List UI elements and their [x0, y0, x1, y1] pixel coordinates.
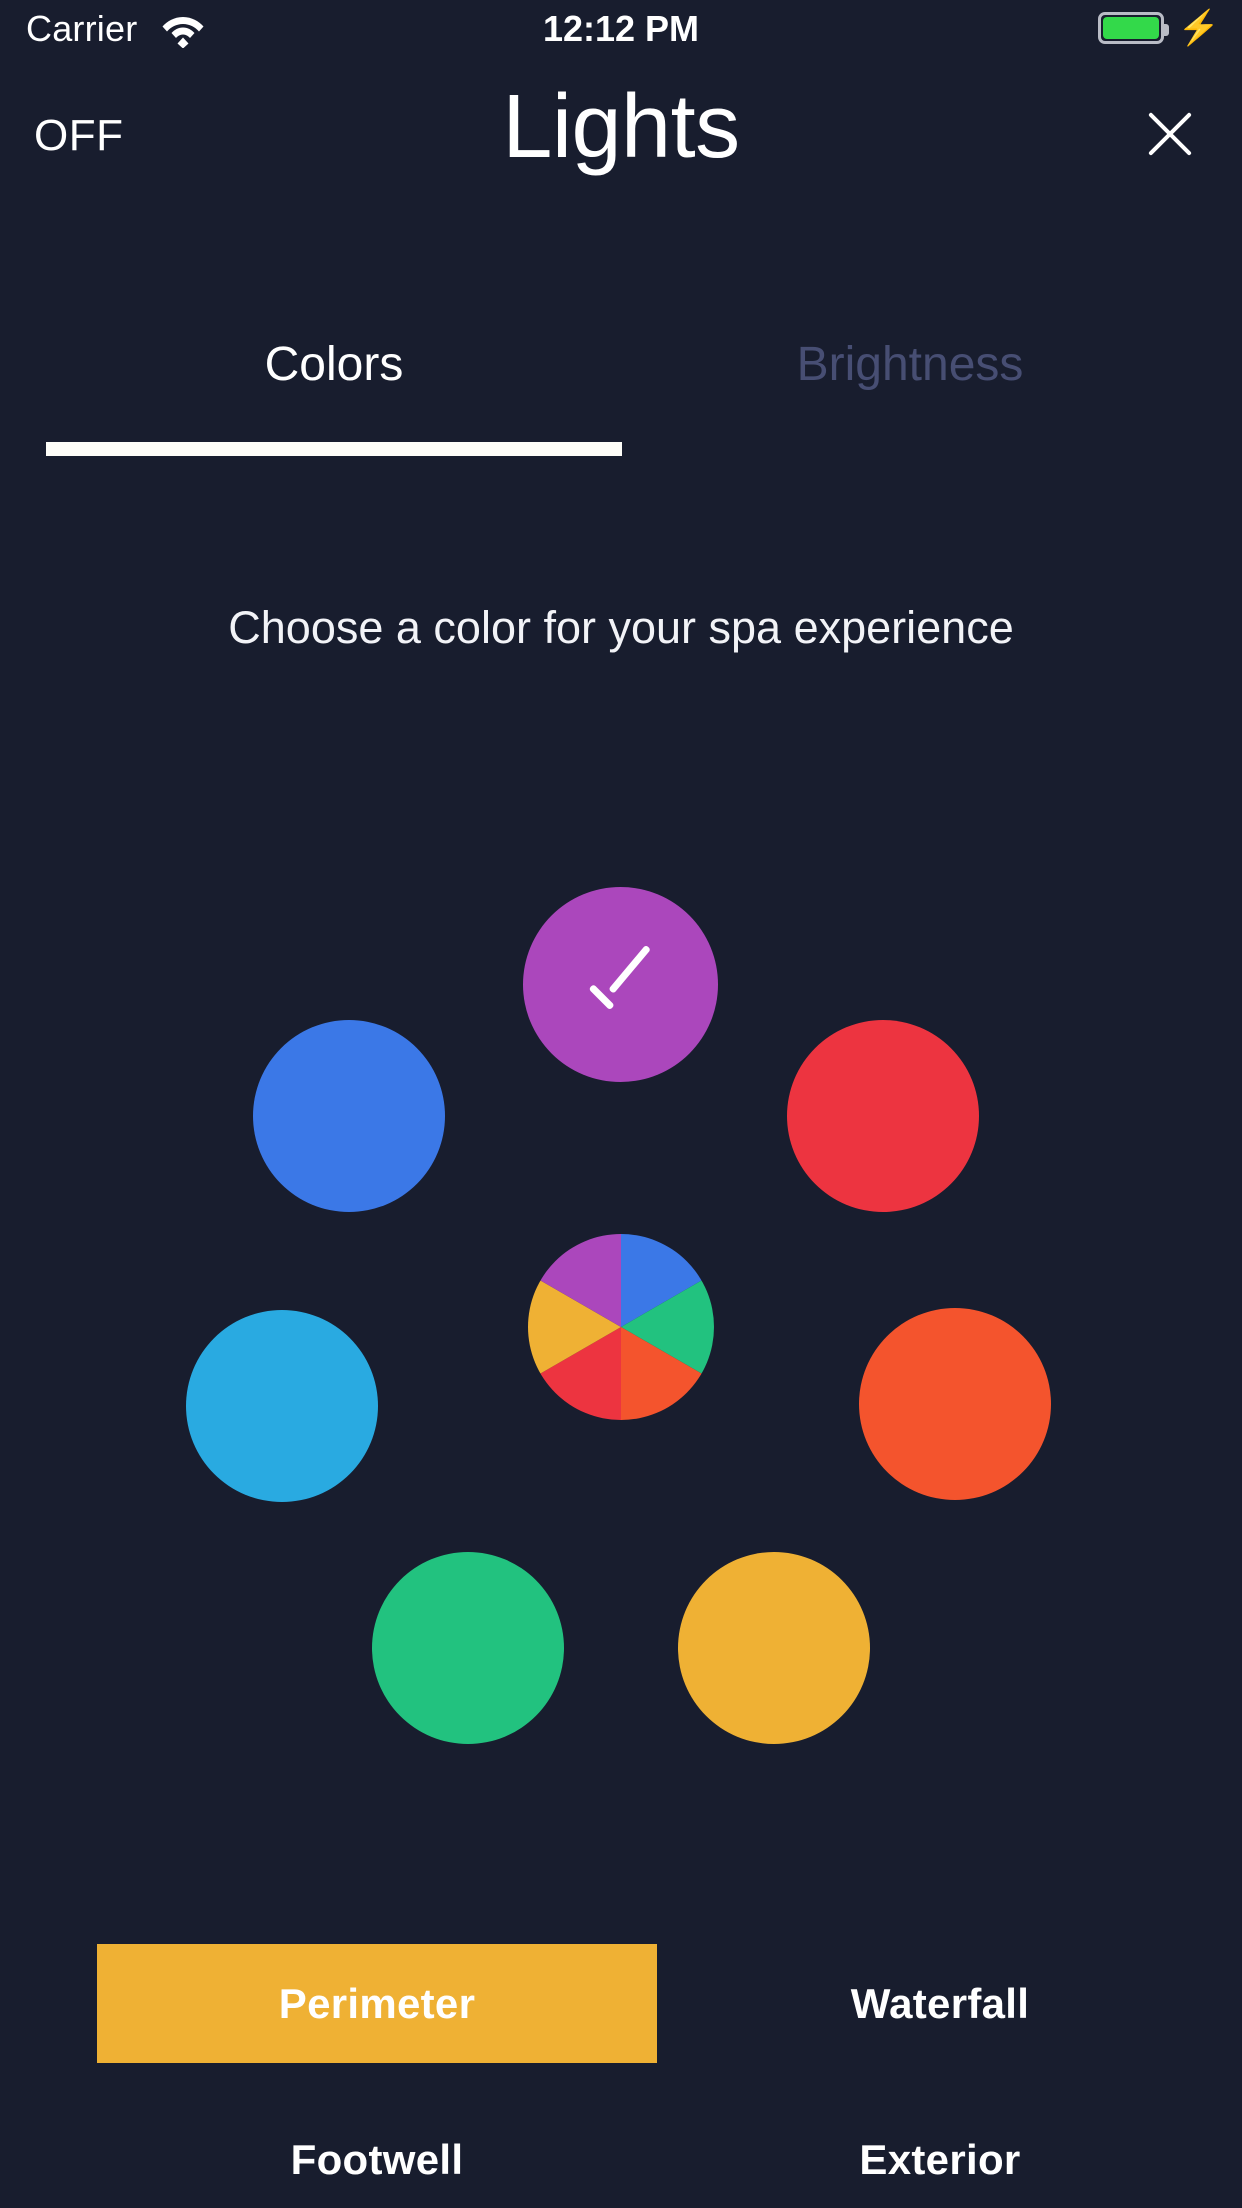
color-swatch-blue[interactable] — [253, 1020, 445, 1212]
lights-screen: Carrier 12:12 PM ⚡ OFF Lights Colors Bri… — [0, 0, 1242, 2208]
zone-button-exterior[interactable]: Exterior — [660, 2120, 1220, 2200]
color-swatch-orange[interactable] — [859, 1308, 1051, 1500]
battery-fill — [1102, 17, 1159, 39]
page-title: Lights — [502, 77, 740, 177]
color-swatch-gold[interactable] — [678, 1552, 870, 1744]
tab-active-indicator — [46, 442, 622, 456]
battery-icon — [1097, 12, 1169, 44]
check-icon — [589, 963, 659, 999]
tab-brightness[interactable]: Brightness — [622, 310, 1198, 420]
color-swatch-green[interactable] — [372, 1552, 564, 1744]
status-time: 12:12 PM — [542, 8, 700, 49]
zone-selector: Perimeter Waterfall Footwell Exterior — [0, 1940, 1242, 2190]
color-swatch-light-blue[interactable] — [186, 1310, 378, 1502]
close-icon[interactable] — [1138, 102, 1202, 166]
zone-button-waterfall[interactable]: Waterfall — [660, 1944, 1220, 2063]
tab-colors[interactable]: Colors — [46, 310, 622, 420]
lightning-bolt-icon: ⚡ — [1177, 9, 1220, 47]
color-swatch-rainbow[interactable] — [528, 1234, 714, 1420]
zone-button-footwell[interactable]: Footwell — [97, 2120, 657, 2200]
color-swatch-red[interactable] — [787, 1020, 979, 1212]
battery-status: ⚡ — [1097, 9, 1220, 47]
screen-header: OFF Lights — [0, 60, 1242, 200]
tab-bar: Colors Brightness — [0, 310, 1242, 460]
status-bar: Carrier 12:12 PM ⚡ — [0, 0, 1242, 60]
instruction-text: Choose a color for your spa experience — [228, 602, 1014, 653]
color-swatch-purple[interactable] — [523, 887, 718, 1082]
zone-button-perimeter[interactable]: Perimeter — [97, 1944, 657, 2063]
color-swatch-cluster — [0, 860, 1242, 1760]
